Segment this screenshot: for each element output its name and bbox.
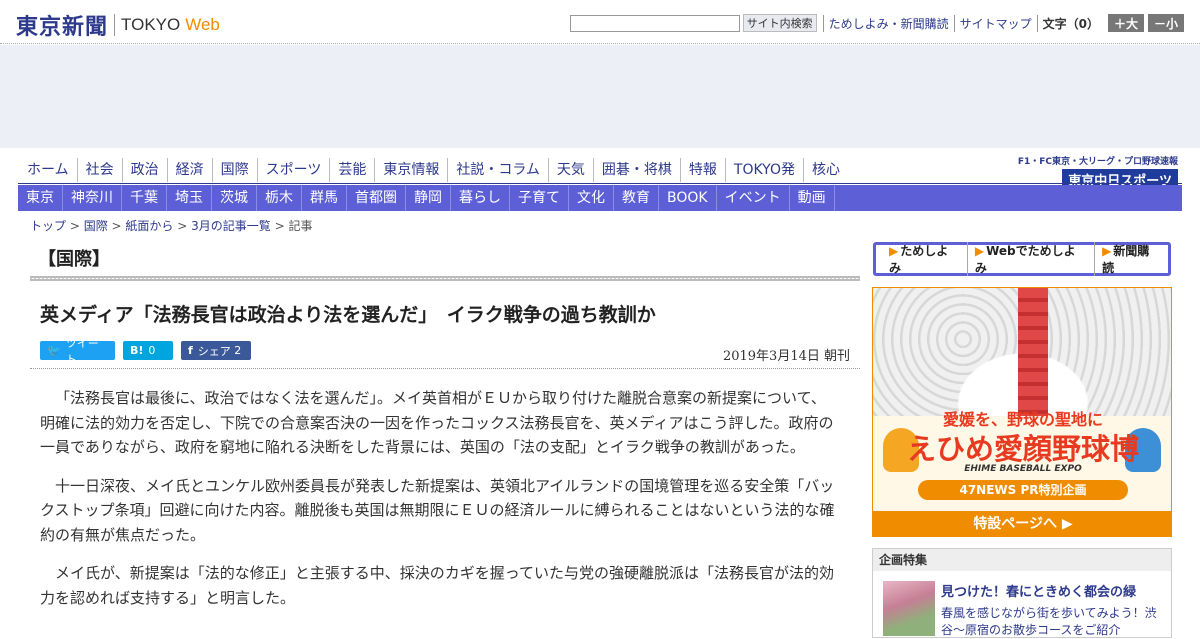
subnav-saitama[interactable]: 埼玉 [167, 185, 212, 211]
font-size-label: 文字（0） [1036, 14, 1104, 32]
nav-tokyo-hatsu[interactable]: TOKYO発 [724, 158, 803, 182]
subnav-tokyo[interactable]: 東京 [18, 185, 63, 211]
ad-banner-area [0, 45, 1200, 148]
publish-date: 2019年3月14日 朝刊 [722, 349, 850, 364]
article-paragraph: 「法務長官は最後に、政治ではなく法を選んだ」。メイ英首相がＥＵから取り付けた離脱… [40, 389, 834, 456]
subnav-parenting[interactable]: 子育て [510, 185, 569, 211]
baseball-expo-promo[interactable]: 愛媛を、野球の聖地に えひめ愛顔野球博 EHIME BASEBALL EXPO … [872, 287, 1172, 537]
logo-english: TOKYO [121, 15, 181, 34]
subnav-culture[interactable]: 文化 [569, 185, 614, 211]
chunichi-caption: F1・FC東京・大リーグ・プロ野球速報 [1017, 157, 1178, 167]
site-search-button[interactable]: サイト内検索 [742, 14, 817, 32]
subscribe-link[interactable]: ▶ 新聞購読 [1094, 242, 1168, 276]
promo-english-title: EHIME BASEBALL EXPO [964, 464, 1082, 474]
nav-entertainment[interactable]: 芸能 [329, 158, 374, 182]
site-logo[interactable]: 東京新聞 TOKYO Web [16, 9, 220, 41]
secondary-nav: 東京 神奈川 千葉 埼玉 茨城 栃木 群馬 首都圏 静岡 暮らし 子育て 文化 … [18, 185, 1182, 211]
font-smaller-button[interactable]: －小 [1147, 14, 1184, 32]
breadcrumb: トップ > 国際 > 紙面から > 3月の記事一覧 > 記事 [30, 219, 313, 233]
subnav-education[interactable]: 教育 [614, 185, 659, 211]
section-title: 【国際】 [38, 249, 110, 270]
triangle-icon: ▶ [889, 244, 899, 258]
hatena-bookmark-button[interactable]: B! 0 [123, 341, 173, 360]
article-paragraph: メイ氏が、新提案は「法的な修正」と主張する中、採決のカギを握っていた与党の強硬離… [40, 564, 834, 607]
share-buttons: 🐦 ツイート B! 0 f シェア 2 [40, 337, 259, 366]
section-rule [30, 276, 860, 281]
breadcrumb-international[interactable]: 国際 [84, 219, 108, 233]
hatena-count: 0 [148, 344, 156, 357]
feature-thumbnail[interactable] [883, 581, 935, 636]
feature-heading: 企画特集 [873, 549, 1171, 571]
nav-divider [18, 183, 1182, 184]
font-larger-button[interactable]: ＋大 [1107, 14, 1144, 32]
site-search-input[interactable] [569, 14, 740, 32]
subnav-shutoken[interactable]: 首都圏 [347, 185, 406, 211]
nav-tokuho[interactable]: 特報 [679, 158, 725, 182]
trial-subscribe-link[interactable]: ためしよみ・新聞購読 [822, 14, 954, 32]
nav-weather[interactable]: 天気 [547, 158, 593, 182]
feature-box: 企画特集 見つけた！春にときめく都会の緑 春風を感じながら街を歩いてみよう！渋谷… [872, 548, 1172, 638]
subnav-kanagawa[interactable]: 神奈川 [63, 185, 122, 211]
nav-society[interactable]: 社会 [76, 158, 122, 182]
web-trial-label: Webでためしよみ [974, 244, 1076, 275]
nav-politics[interactable]: 政治 [121, 158, 167, 182]
article-body: 「法務長官は最後に、政治ではなく法を選んだ」。メイ英首相がＥＵから取り付けた離脱… [40, 386, 840, 624]
hatena-icon: B! [130, 344, 144, 357]
subnav-living[interactable]: 暮らし [451, 185, 510, 211]
subnav-tochigi[interactable]: 栃木 [257, 185, 302, 211]
subnav-ibaraki[interactable]: 茨城 [212, 185, 257, 211]
logo-japanese: 東京新聞 [16, 14, 109, 40]
subnav-events[interactable]: イベント [717, 185, 790, 211]
facebook-share-button[interactable]: f シェア 2 [181, 341, 251, 360]
promo-title: えひめ愛顔野球博 [906, 432, 1139, 466]
feature-description: 春風を感じながら街を歩いてみよう！渋谷～原宿のお散歩コースをご紹介 [941, 606, 1157, 637]
subnav-shizuoka[interactable]: 静岡 [406, 185, 451, 211]
nav-sports[interactable]: スポーツ [256, 158, 330, 182]
sitemap-link[interactable]: サイトマップ [953, 14, 1037, 32]
promo-flower-stripe [1018, 288, 1048, 416]
share-count: 2 [234, 344, 242, 357]
subnav-video[interactable]: 動画 [790, 185, 835, 211]
breadcrumb-current: 記事 [288, 219, 313, 233]
tweet-label: ツイート [65, 336, 99, 366]
date-divider [30, 368, 860, 369]
trial-read-link[interactable]: ▶ ためしよみ [882, 242, 967, 276]
article-headline: 英メディア「法務長官は政治より法を選んだ」 イラク戦争の過ち教訓か [40, 304, 656, 326]
breadcrumb-print[interactable]: 紙面から [125, 219, 173, 233]
subnav-book[interactable]: BOOK [659, 185, 717, 211]
header-tools: サイト内検索 ためしよみ・新聞購読 サイトマップ 文字（0） ＋大 －小 [569, 14, 1184, 32]
facebook-icon: f [188, 344, 193, 357]
web-trial-link[interactable]: ▶ Webでためしよみ [966, 242, 1094, 276]
share-label: シェア [197, 344, 231, 358]
breadcrumb-top[interactable]: トップ [30, 219, 66, 233]
site-header: 東京新聞 TOKYO Web サイト内検索 ためしよみ・新聞購読 サイトマップ … [0, 0, 1200, 44]
promo-cta-button[interactable]: 特設ページへ ▶ [873, 511, 1171, 536]
nav-international[interactable]: 国際 [211, 158, 257, 182]
subnav-gunma[interactable]: 群馬 [302, 185, 347, 211]
nav-editorial[interactable]: 社説・コラム [447, 158, 548, 182]
nav-kakushin[interactable]: 核心 [802, 158, 848, 182]
feature-title-link[interactable]: 見つけた！春にときめく都会の緑 [941, 581, 1136, 600]
primary-nav: ホーム 社会 政治 経済 国際 スポーツ 芸能 東京情報 社説・コラム 天気 囲… [18, 158, 848, 182]
triangle-icon: ▶ [974, 244, 985, 258]
subscription-box: ▶ ためしよみ ▶ Webでためしよみ ▶ 新聞購読 [873, 242, 1171, 276]
nav-go-shogi[interactable]: 囲碁・将棋 [592, 158, 680, 182]
nav-home[interactable]: ホーム [18, 158, 77, 182]
subnav-chiba[interactable]: 千葉 [122, 185, 167, 211]
tweet-button[interactable]: 🐦 ツイート [40, 337, 115, 366]
twitter-bird-icon: 🐦 [47, 344, 61, 357]
nav-tokyo-info[interactable]: 東京情報 [374, 158, 447, 182]
logo-divider [114, 14, 116, 36]
nav-economy[interactable]: 経済 [166, 158, 212, 182]
breadcrumb-march-list[interactable]: 3月の記事一覧 [191, 219, 271, 233]
triangle-icon: ▶ [1102, 244, 1112, 258]
logo-web: Web [185, 15, 220, 34]
article-paragraph: 十一日深夜、メイ氏とユンケル欧州委員長が発表した新提案は、英領北アイルランドの国… [40, 476, 835, 544]
promo-pr-band: 47NEWS PR特別企画 [918, 480, 1128, 500]
